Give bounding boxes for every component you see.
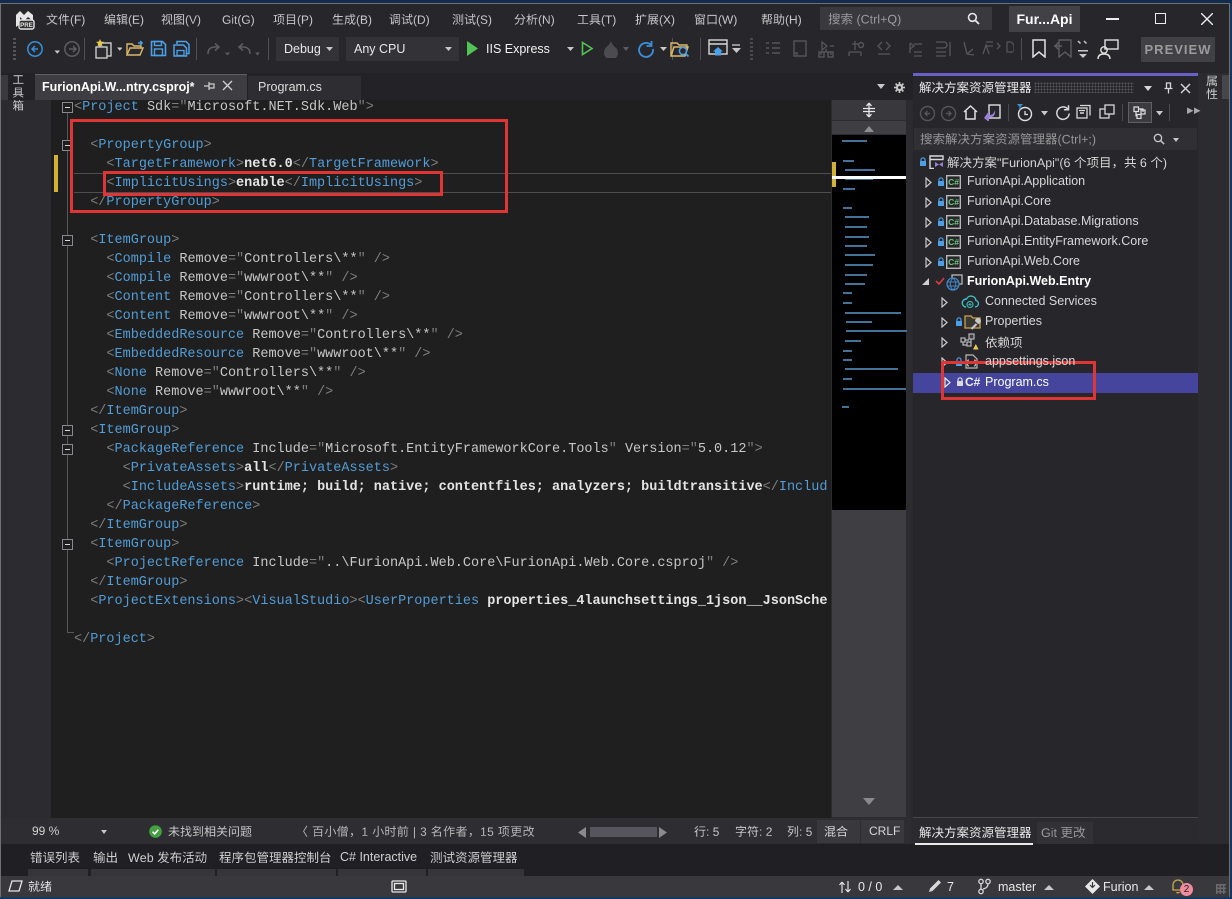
svg-text:C#: C# bbox=[948, 197, 959, 207]
svg-text:C#: C# bbox=[948, 237, 959, 247]
svg-text:C#: C# bbox=[948, 257, 959, 267]
svg-text:C#: C# bbox=[948, 177, 959, 187]
svg-text:PRE: PRE bbox=[20, 22, 33, 29]
svg-text:C#: C# bbox=[948, 217, 959, 227]
